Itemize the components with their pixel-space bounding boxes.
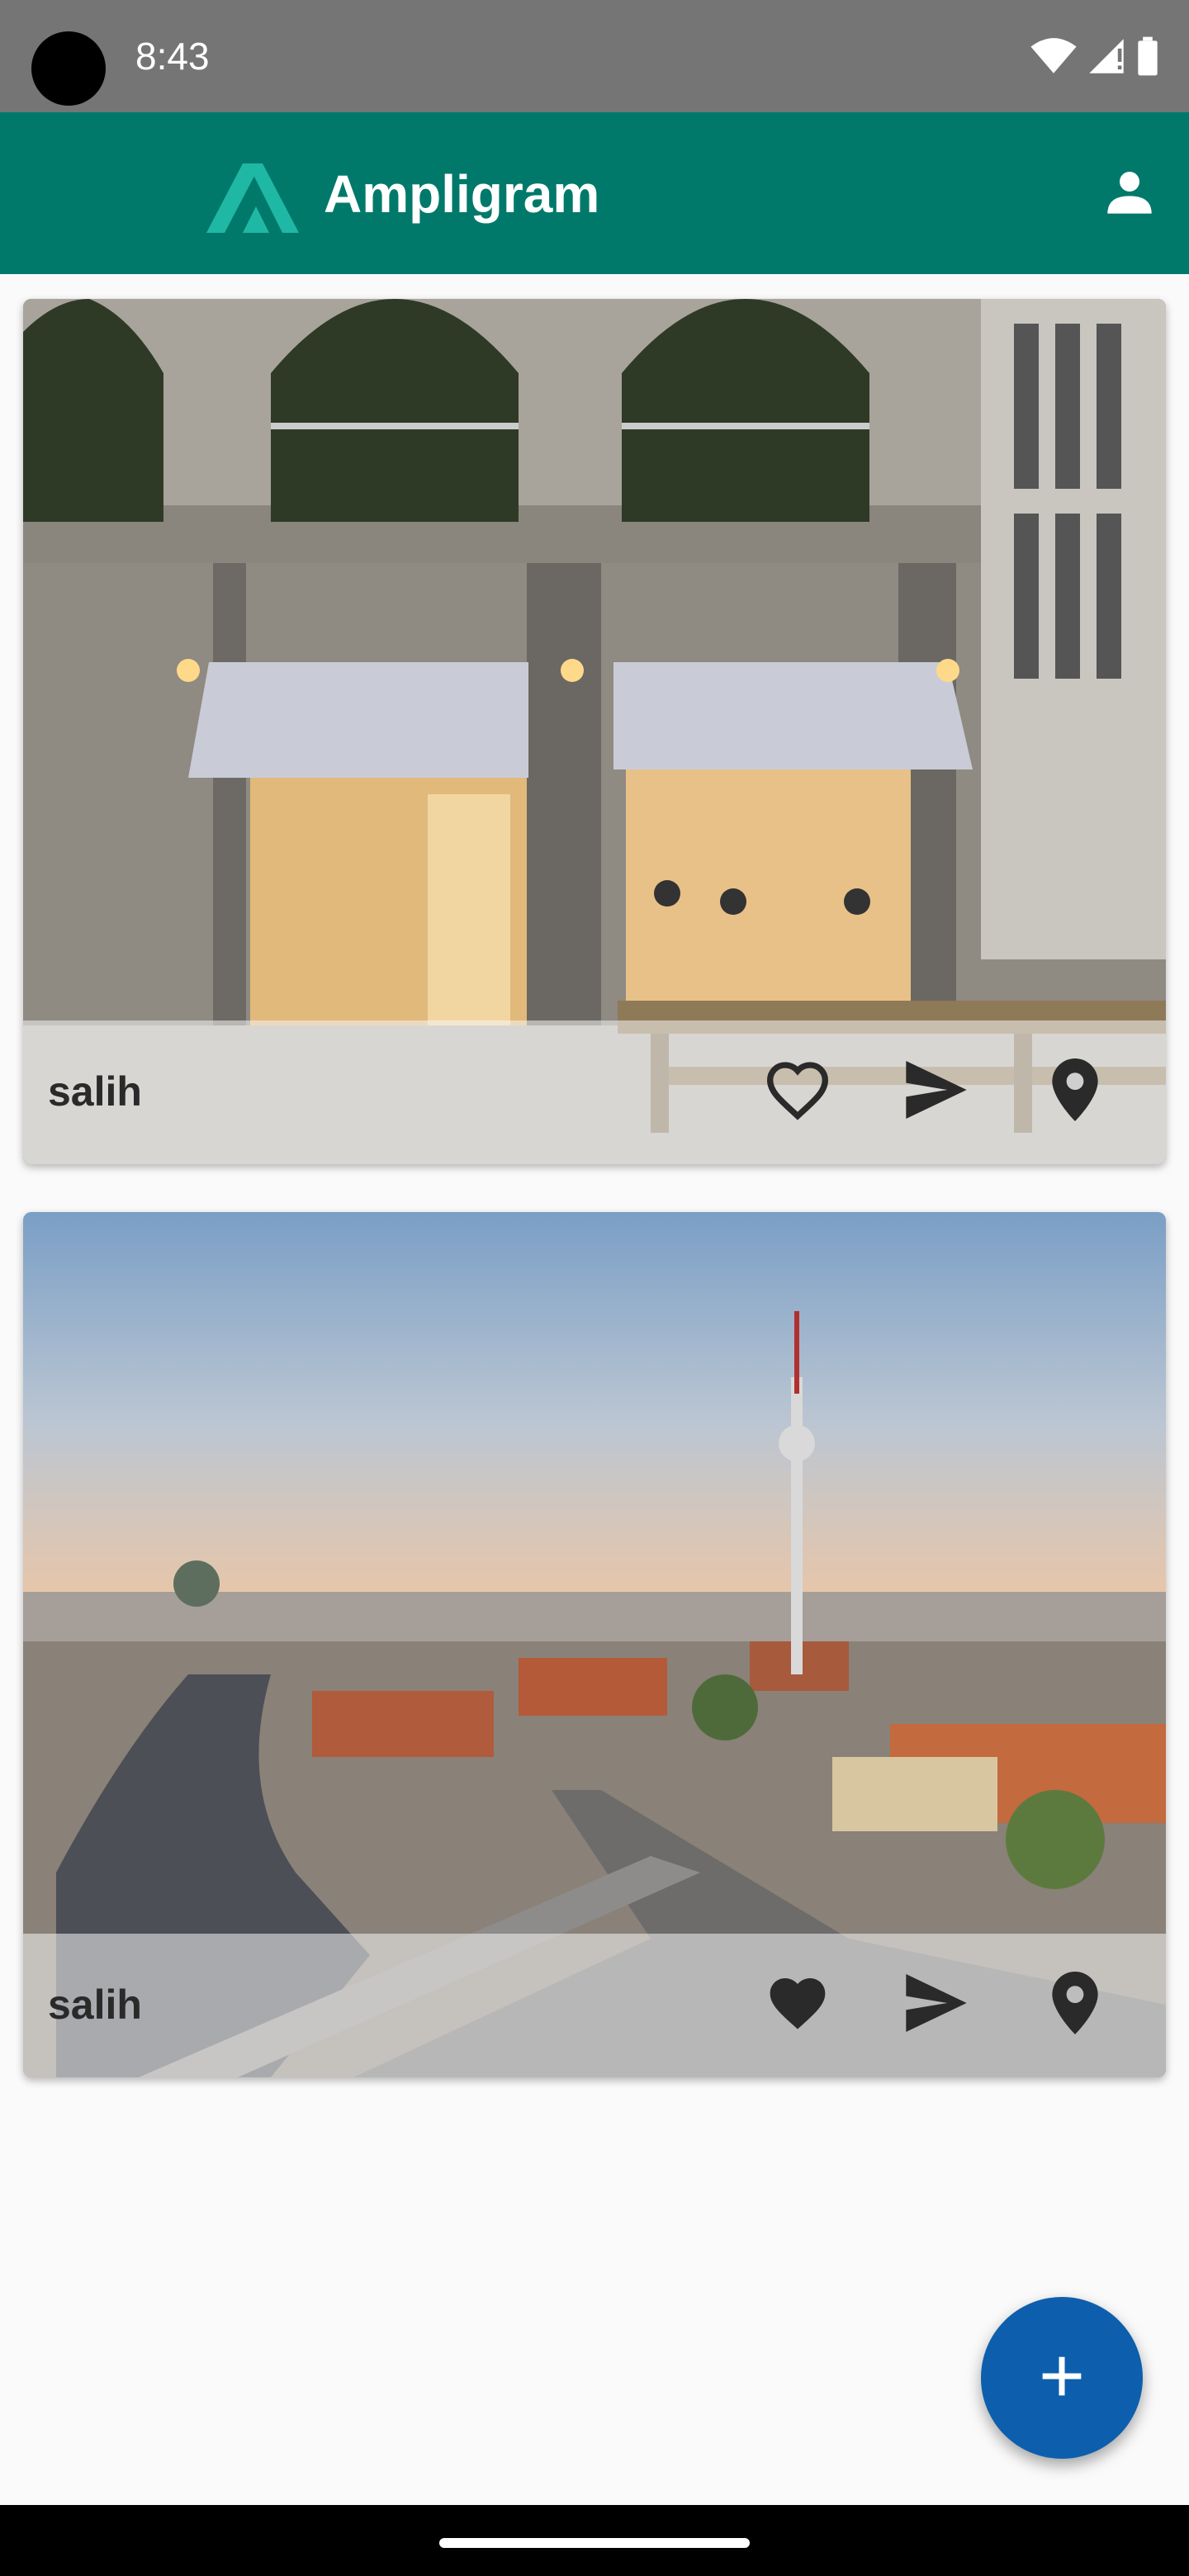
send-icon — [903, 1973, 969, 2036]
camera-cutout — [31, 31, 106, 106]
plus-icon — [1039, 2353, 1085, 2403]
send-icon — [903, 1060, 969, 1123]
map-pin-icon — [1052, 1058, 1098, 1125]
post-username[interactable]: salih — [48, 1980, 142, 2029]
post-card[interactable]: salih — [23, 299, 1166, 1164]
post-footer: salih — [23, 1934, 1166, 2077]
wifi-icon — [1030, 37, 1077, 75]
location-button[interactable] — [1035, 1052, 1115, 1131]
map-pin-icon — [1052, 1971, 1098, 2039]
app-title: Ampligram — [324, 164, 600, 224]
battery-icon — [1136, 36, 1159, 76]
account-icon — [1103, 165, 1156, 222]
like-button[interactable] — [758, 1965, 837, 2044]
home-indicator[interactable] — [439, 2538, 750, 2548]
post-card[interactable]: salih — [23, 1212, 1166, 2077]
ampligram-logo-icon — [206, 154, 301, 234]
status-time: 8:43 — [135, 35, 210, 78]
status-icons — [1030, 31, 1159, 81]
cell-signal-icon — [1087, 37, 1126, 75]
system-nav-bar — [0, 2505, 1189, 2576]
profile-button[interactable] — [1093, 157, 1166, 230]
app-bar: Ampligram — [0, 112, 1189, 274]
post-username[interactable]: salih — [48, 1067, 142, 1116]
like-button[interactable] — [758, 1052, 837, 1131]
heart-filled-icon — [765, 1972, 831, 2039]
share-button[interactable] — [897, 1052, 976, 1131]
heart-outline-icon — [765, 1058, 831, 1125]
add-post-fab[interactable] — [981, 2297, 1143, 2459]
location-button[interactable] — [1035, 1965, 1115, 2044]
share-button[interactable] — [897, 1965, 976, 2044]
status-bar: 8:43 — [0, 0, 1189, 112]
post-footer: salih — [23, 1020, 1166, 1164]
